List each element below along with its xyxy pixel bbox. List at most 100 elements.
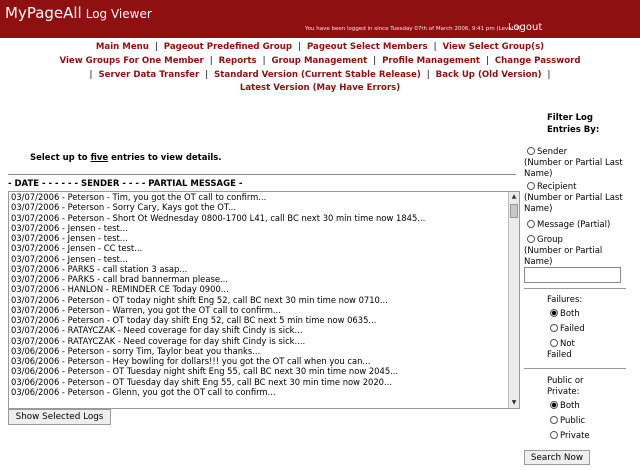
header-bar: MyPageAll Log Viewer You have been logged…	[0, 0, 640, 38]
show-selected-logs-button[interactable]: Show Selected Logs	[8, 409, 111, 425]
instructions-suffix: entries to view details.	[108, 153, 222, 163]
log-entries-listbox[interactable]: 03/07/2006 - Peterson - Tim, you got the…	[8, 191, 520, 409]
visibility-private-label: Private	[560, 431, 590, 441]
message-radio[interactable]	[527, 220, 535, 228]
sender-hint-2: Name)	[524, 169, 553, 179]
filter-title-line-1: Filter Log	[547, 113, 593, 123]
nav-standard-version[interactable]: Standard Version (Current Stable Release…	[214, 70, 421, 80]
nav-reports[interactable]: Reports	[219, 56, 257, 66]
log-entry-option[interactable]: 03/07/2006 - Jensen - test...	[11, 254, 509, 264]
recipient-radio[interactable]	[527, 182, 535, 190]
visibility-title-2: Private:	[547, 387, 580, 397]
visibility-public-radio[interactable]	[550, 416, 558, 424]
sender-hint-1: (Number or Partial Last	[524, 158, 623, 168]
visibility-both-radio[interactable]	[550, 401, 558, 409]
failures-option-failed[interactable]: Failed	[550, 324, 585, 335]
nav-separator: |	[298, 42, 301, 52]
nav-separator: |	[373, 55, 377, 66]
log-entry-option[interactable]: 03/07/2006 - HANLON - REMINDER CE Today …	[11, 284, 509, 294]
nav-row-3: | Server Data Transfer | Standard Version (…	[0, 69, 640, 83]
visibility-option-public[interactable]: Public	[550, 416, 585, 427]
log-entry-option[interactable]: 03/06/2006 - Peterson - OT Tuesday day s…	[11, 377, 509, 387]
failures-not-failed-radio[interactable]	[550, 339, 558, 347]
log-entry-option[interactable]: 03/07/2006 - Peterson - OT today day shi…	[11, 315, 509, 325]
nav-back-up-version[interactable]: Back Up (Old Version)	[436, 70, 542, 80]
failures-both-radio[interactable]	[550, 309, 558, 317]
scroll-down-icon[interactable]: ▼	[509, 398, 519, 408]
message-label: Message (Partial)	[537, 220, 611, 230]
nav-separator: |	[547, 69, 551, 80]
filter-option-sender[interactable]: Sender	[527, 147, 567, 158]
nav-view-groups-for-one-member[interactable]: View Groups For One Member	[59, 56, 203, 66]
nav-group-management[interactable]: Group Management	[271, 56, 367, 66]
nav-pageout-predefined-group[interactable]: Pageout Predefined Group	[164, 42, 292, 52]
log-entry-option[interactable]: 03/07/2006 - PARKS - call station 3 asap…	[11, 264, 509, 274]
nav-separator: |	[209, 55, 213, 66]
group-radio[interactable]	[527, 235, 535, 243]
log-viewer-page: MyPageAll Log Viewer You have been logged…	[0, 0, 640, 470]
log-entry-option[interactable]: 03/07/2006 - Jensen - CC test...	[11, 243, 509, 253]
failures-option-not-failed[interactable]: Not	[550, 339, 575, 350]
visibility-title-1: Public or	[547, 376, 584, 386]
log-entry-option[interactable]: 03/07/2006 - PARKS - call brad bannerman…	[11, 274, 509, 284]
nav-pageout-select-members[interactable]: Pageout Select Members	[307, 42, 428, 52]
log-entry-option[interactable]: 03/07/2006 - Peterson - OT today night s…	[11, 295, 509, 305]
nav-row-2: View Groups For One Member | Reports | Group…	[0, 55, 640, 69]
nav-view-select-groups[interactable]: View Select Group(s)	[442, 42, 544, 52]
log-entry-option[interactable]: 03/06/2006 - Peterson - sorry Tim, Taylo…	[11, 346, 509, 356]
log-entry-option[interactable]: 03/07/2006 - Jensen - test...	[11, 223, 509, 233]
logout-link[interactable]: Logout	[508, 22, 542, 33]
group-hint-1: (Number or Partial	[524, 246, 603, 256]
nav-main-menu[interactable]: Main Menu	[96, 42, 149, 52]
failures-not-label-2: Failed	[547, 350, 572, 360]
nav-server-data-transfer[interactable]: Server Data Transfer	[98, 70, 199, 80]
recipient-hint-2: Name)	[524, 204, 553, 214]
nav-separator: |	[205, 69, 209, 80]
search-now-button[interactable]: Search Now	[524, 450, 590, 465]
divider	[8, 174, 516, 175]
sender-radio[interactable]	[527, 147, 535, 155]
recipient-hint-1: (Number or Partial Last	[524, 193, 623, 203]
log-entry-option[interactable]: 03/07/2006 - Peterson - Warren, you got …	[11, 305, 509, 315]
main-navigation: Main Menu | Pageout Predefined Group | Pageo…	[0, 41, 640, 96]
nav-row-4: Latest Version (May Have Errors)	[0, 82, 640, 96]
selection-instructions: Select up to five entries to view detail…	[30, 153, 222, 163]
nav-change-password[interactable]: Change Password	[495, 56, 581, 66]
scroll-up-icon[interactable]: ▲	[509, 192, 519, 202]
log-entry-option[interactable]: 03/07/2006 - RATAYCZAK - Need coverage f…	[11, 325, 509, 335]
log-entry-option[interactable]: 03/07/2006 - Jensen - test...	[11, 233, 509, 243]
panel-divider	[524, 368, 626, 369]
nav-latest-version[interactable]: Latest Version (May Have Errors)	[240, 83, 400, 93]
log-column-header: - DATE - - - - - - SENDER - - - - PARTIA…	[8, 179, 243, 189]
failures-failed-radio[interactable]	[550, 324, 558, 332]
failures-not-label-1: Not	[560, 339, 575, 349]
listbox-scrollbar[interactable]: ▲ ▼	[508, 192, 519, 408]
visibility-option-both[interactable]: Both	[550, 401, 580, 412]
log-entry-option[interactable]: 03/06/2006 - Peterson - OT Tuesday night…	[11, 366, 509, 376]
filter-option-recipient[interactable]: Recipient	[527, 182, 577, 193]
log-entries: 03/07/2006 - Peterson - Tim, you got the…	[9, 192, 509, 408]
log-entry-option[interactable]: 03/07/2006 - Peterson - Tim, you got the…	[11, 192, 509, 202]
failures-option-both[interactable]: Both	[550, 309, 580, 320]
brand: MyPageAll Log Viewer	[5, 4, 152, 22]
instructions-prefix: Select up to	[30, 153, 91, 163]
nav-separator: |	[426, 69, 430, 80]
nav-profile-management[interactable]: Profile Management	[382, 56, 480, 66]
brand-name: MyPageAll	[5, 4, 82, 22]
group-label: Group	[537, 235, 563, 245]
filter-option-group[interactable]: Group	[527, 235, 563, 246]
filter-search-input[interactable]	[524, 267, 621, 283]
visibility-option-private[interactable]: Private	[550, 431, 590, 442]
visibility-private-radio[interactable]	[550, 431, 558, 439]
scroll-thumb[interactable]	[510, 204, 518, 218]
log-entry-option[interactable]: 03/07/2006 - Peterson - Short Ot Wednesd…	[11, 213, 509, 223]
failures-failed-label: Failed	[560, 324, 585, 334]
visibility-both-label: Both	[560, 401, 580, 411]
log-entry-option[interactable]: 03/07/2006 - RATAYCZAK - Need coverage f…	[11, 336, 509, 346]
log-entry-option[interactable]: 03/07/2006 - Peterson - Sorry Cary, Kays…	[11, 202, 509, 212]
nav-separator: |	[262, 55, 266, 66]
filter-option-message[interactable]: Message (Partial)	[527, 220, 610, 231]
log-entry-option[interactable]: 03/06/2006 - Peterson - Hey bowling for …	[11, 356, 509, 366]
sender-label: Sender	[537, 147, 568, 157]
log-entry-option[interactable]: 03/06/2006 - Peterson - Glenn, you got t…	[11, 387, 509, 397]
